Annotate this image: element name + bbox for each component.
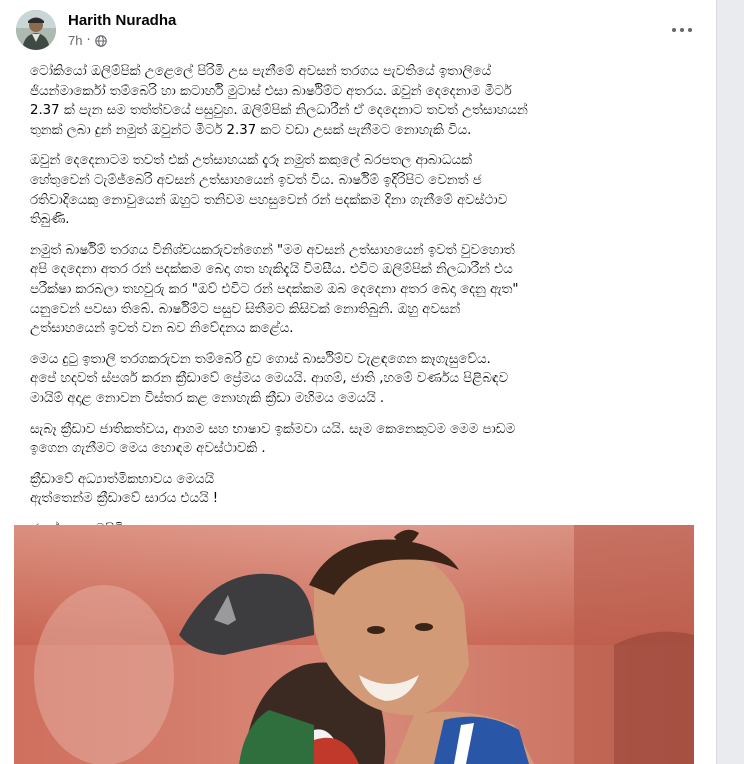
post-paragraph: ටෝකියෝ ඔලිම්පික් උළෙලේ පිරිමි උස පැනීමේ … (30, 64, 528, 138)
globe-icon (94, 34, 107, 47)
author-name[interactable]: Harith Nuradha (68, 12, 176, 29)
avatar[interactable] (16, 10, 56, 50)
post-timestamp[interactable]: 7h (68, 33, 82, 48)
post-paragraph: සැබෑ ක්‍රීඩාව ජාතිකත්වය, ආගම සහ භාෂාව ඉක… (30, 421, 516, 457)
post-text: ටෝකියෝ ඔලිම්පික් උළෙලේ පිරිමි උස පැනීමේ … (30, 62, 700, 550)
post-paragraph: ඔවුන් දෙදෙනාටම තවත් එක් උත්සාහයක් දැරූ න… (30, 153, 508, 228)
athletes-embrace-photo (14, 525, 694, 764)
post-card: Harith Nuradha 7h · ටෝකියෝ ඔලිම්පික් උළෙ… (0, 0, 717, 764)
post-meta: 7h · (68, 33, 107, 48)
more-options-button[interactable] (664, 16, 700, 44)
more-options-icon (672, 28, 676, 32)
post-paragraph: මෙය දුටු ඉතාලි තරගකරුවන තම්බෙරි දුව ගොස්… (30, 351, 509, 406)
avatar-photo (16, 10, 56, 50)
post-photo[interactable] (14, 525, 694, 764)
post-paragraph: නමුත් බාර්ෂිම් තරගය විනිශ්චයකරුවන්ගෙන් "… (30, 242, 519, 337)
post-header: Harith Nuradha 7h · (0, 0, 716, 58)
meta-separator: · (86, 33, 91, 48)
page-background (717, 0, 744, 764)
post-paragraph: ක්‍රීඩාවේ අධ්‍යාත්මිකභාවය මෙයයි ඇත්තෙන්ම… (30, 471, 219, 507)
